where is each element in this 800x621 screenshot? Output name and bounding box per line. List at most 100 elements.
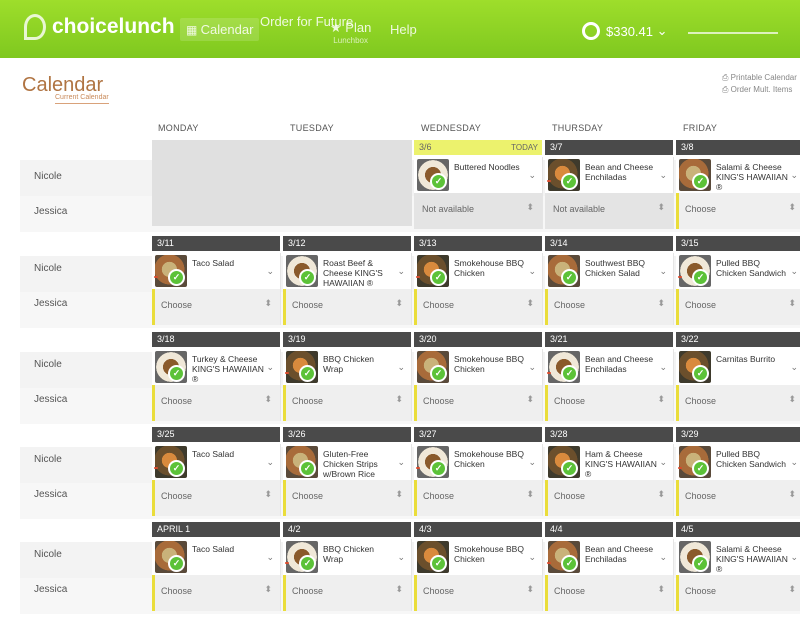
choose-meal-cell[interactable]: Choose ⬍ [676,289,800,325]
choose-meal-cell[interactable]: Choose ⬍ [283,575,412,611]
choose-label: Choose [423,491,455,501]
sort-arrows-icon: ⬍ [264,489,272,499]
chevron-down-icon[interactable]: ⌄ [397,457,405,468]
choose-label: Choose [292,396,324,406]
new-badge-icon [285,562,289,564]
page-subtitle[interactable]: Current Calendar [55,94,109,104]
row-label-nicole: Nicole [34,454,62,465]
choose-meal-cell[interactable]: Choose ⬍ [414,575,543,611]
meal-cell[interactable]: ✓ BBQ Chicken Wrap ⌄ [283,539,412,575]
nav-help[interactable]: Help [390,22,417,37]
chevron-down-icon[interactable]: ⌄ [659,362,667,373]
choose-meal-cell[interactable]: Choose ⬍ [676,575,800,611]
sort-arrows-icon: ⬍ [526,394,534,404]
chevron-down-icon[interactable]: ⌄ [266,362,274,373]
date-label: 3/22 [681,334,699,344]
choose-meal-cell[interactable]: Choose ⬍ [545,480,674,516]
chevron-down-icon[interactable]: ⌄ [528,362,536,373]
choose-meal-cell[interactable]: Choose ⬍ [283,289,412,325]
logo[interactable]: choicelunch [24,14,175,40]
choose-meal-cell[interactable]: Choose ⬍ [545,385,674,421]
chevron-down-icon[interactable]: ⌄ [266,552,274,563]
meal-cell[interactable]: ✓ Smokehouse BBQ Chicken ⌄ [414,253,543,289]
nav-plan[interactable]: ★ Plan Lunchbox [330,20,371,45]
chevron-down-icon[interactable]: ⌄ [266,266,274,277]
choose-meal-cell[interactable]: Choose ⬍ [152,385,281,421]
order-multiple-link[interactable]: Order Mult. Items [722,84,797,96]
choose-meal-cell[interactable]: Choose ⬍ [545,289,674,325]
day-header-thursday: THURSDAY [552,123,604,133]
choose-label: Choose [685,491,717,501]
meal-cell[interactable]: ✓ Southwest BBQ Chicken Salad ⌄ [545,253,674,289]
chevron-down-icon[interactable]: ⌄ [790,266,798,277]
meal-cell[interactable]: ✓ BBQ Chicken Wrap ⌄ [283,349,412,385]
row-label-jessica: Jessica [34,206,68,217]
chevron-down-icon[interactable]: ⌄ [528,552,536,563]
meal-cell[interactable]: ✓ Gluten-Free Chicken Strips w/Brown Rice… [283,444,412,480]
chevron-down-icon[interactable]: ⌄ [528,266,536,277]
meal-cell[interactable]: ✓ Ham & Cheese KING'S HAWAIIAN ® ⌄ [545,444,674,480]
chevron-down-icon[interactable]: ⌄ [659,170,667,181]
meal-cell[interactable]: ✓ Taco Salad ⌄ [152,253,281,289]
date-label: 3/7 [550,142,563,152]
choose-meal-cell[interactable]: Choose ⬍ [414,385,543,421]
choose-meal-cell[interactable]: Choose ⬍ [545,575,674,611]
choose-meal-cell[interactable]: Choose ⬍ [283,385,412,421]
nav-calendar[interactable]: ▦ Calendar [180,18,260,41]
date-header: 3/12 [283,236,411,251]
meal-cell[interactable]: ✓ Pulled BBQ Chicken Sandwich ⌄ [676,253,800,289]
date-header: 4/3 [414,522,542,537]
chevron-down-icon[interactable]: ⌄ [266,457,274,468]
account-balance[interactable]: $330.41 ⌄ [582,22,668,40]
account-menu[interactable] [688,26,778,34]
meal-cell[interactable]: ✓ Salami & Cheese KING'S HAWAIIAN ® ⌄ [676,157,800,193]
not-available-cell[interactable]: Not available ⬍ [414,193,543,229]
top-nav-bar: choicelunch ▦ Calendar Order for Future … [0,0,800,58]
date-label: 3/15 [681,238,699,248]
choose-meal-cell[interactable]: Choose ⬍ [676,193,800,229]
chevron-down-icon[interactable]: ⌄ [397,362,405,373]
chevron-down-icon[interactable]: ⌄ [659,457,667,468]
new-badge-icon [416,467,420,469]
meal-cell[interactable]: ✓ Taco Salad ⌄ [152,539,281,575]
choose-meal-cell[interactable]: Choose ⬍ [414,480,543,516]
row-label-jessica: Jessica [34,584,68,595]
choose-meal-cell[interactable]: Choose ⬍ [283,480,412,516]
printable-calendar-link[interactable]: Printable Calendar [722,72,797,84]
chevron-down-icon[interactable]: ⌄ [790,362,798,373]
choose-meal-cell[interactable]: Choose ⬍ [152,480,281,516]
meal-cell[interactable]: ✓ Buttered Noodles ⌄ [414,157,543,193]
choose-meal-cell[interactable]: Choose ⬍ [676,385,800,421]
chevron-down-icon[interactable]: ⌄ [528,170,536,181]
meal-cell[interactable]: ✓ Carnitas Burrito ⌄ [676,349,800,385]
meal-cell[interactable]: ✓ Pulled BBQ Chicken Sandwich ⌄ [676,444,800,480]
sort-arrows-icon: ⬍ [395,584,403,594]
chevron-down-icon[interactable]: ⌄ [790,552,798,563]
chevron-down-icon[interactable]: ⌄ [659,266,667,277]
choose-meal-cell[interactable]: Choose ⬍ [152,289,281,325]
chevron-down-icon[interactable]: ⌄ [790,457,798,468]
choose-label: Choose [554,491,586,501]
meal-cell[interactable]: ✓ Turkey & Cheese KING'S HAWAIIAN ® ⌄ [152,349,281,385]
meal-cell[interactable]: ✓ Bean and Cheese Enchiladas ⌄ [545,349,674,385]
meal-cell[interactable]: ✓ Bean and Cheese Enchiladas ⌄ [545,157,674,193]
new-badge-icon [154,467,158,469]
meal-cell[interactable]: ✓ Bean and Cheese Enchiladas ⌄ [545,539,674,575]
meal-cell[interactable]: ✓ Roast Beef & Cheese KING'S HAWAIIAN ® ⌄ [283,253,412,289]
new-badge-icon [285,372,289,374]
meal-cell[interactable]: ✓ Smokehouse BBQ Chicken ⌄ [414,444,543,480]
not-available-cell[interactable]: Not available ⬍ [545,193,674,229]
choose-meal-cell[interactable]: Choose ⬍ [676,480,800,516]
chevron-down-icon[interactable]: ⌄ [790,170,798,181]
checkmark-icon: ✓ [692,555,709,572]
choose-meal-cell[interactable]: Choose ⬍ [414,289,543,325]
meal-cell[interactable]: ✓ Smokehouse BBQ Chicken ⌄ [414,349,543,385]
meal-cell[interactable]: ✓ Smokehouse BBQ Chicken ⌄ [414,539,543,575]
chevron-down-icon[interactable]: ⌄ [397,266,405,277]
choose-meal-cell[interactable]: Choose ⬍ [152,575,281,611]
chevron-down-icon[interactable]: ⌄ [397,552,405,563]
meal-cell[interactable]: ✓ Salami & Cheese KING'S HAWAIIAN ® ⌄ [676,539,800,575]
chevron-down-icon[interactable]: ⌄ [659,552,667,563]
chevron-down-icon[interactable]: ⌄ [528,457,536,468]
meal-cell[interactable]: ✓ Taco Salad ⌄ [152,444,281,480]
